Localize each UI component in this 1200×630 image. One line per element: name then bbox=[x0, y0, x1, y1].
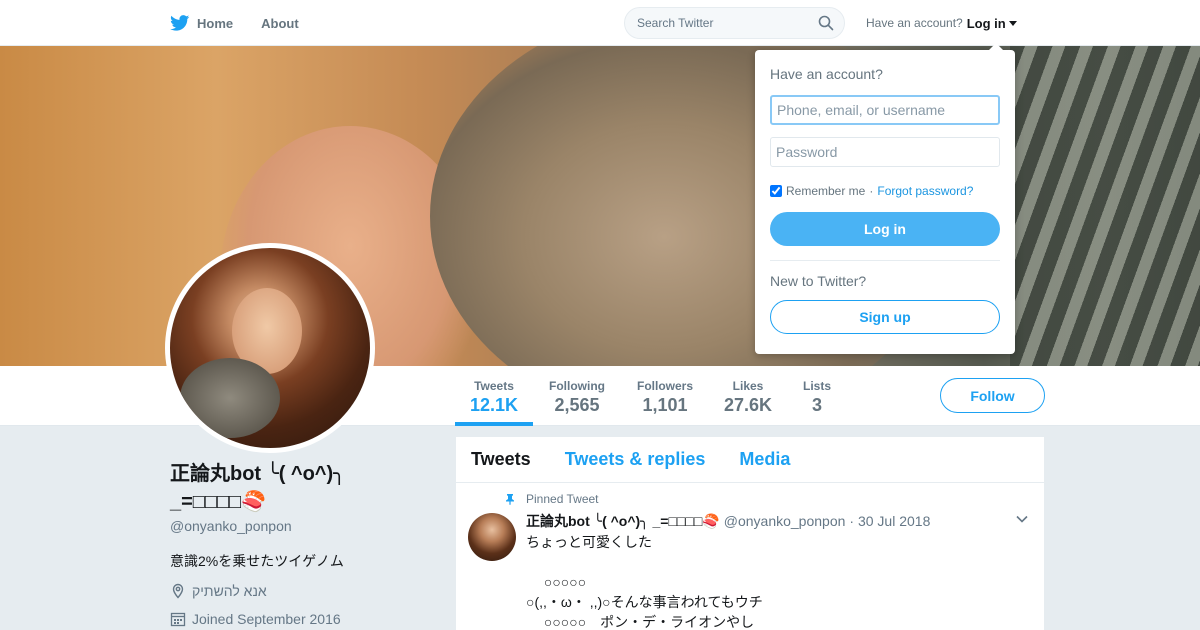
banner-fabric bbox=[1010, 46, 1200, 366]
stat-following[interactable]: Following 2,565 bbox=[545, 366, 609, 426]
tweet-avatar[interactable] bbox=[468, 513, 516, 561]
timeline: Tweets Tweets & replies Media Pinned Twe… bbox=[456, 437, 1044, 630]
about-link[interactable]: About bbox=[261, 16, 299, 31]
stat-label: Following bbox=[549, 379, 605, 393]
stat-value: 27.6K bbox=[723, 395, 773, 415]
stat-label: Lists bbox=[802, 379, 831, 393]
remember-label: Remember me bbox=[786, 184, 866, 198]
tab-tweets[interactable]: Tweets bbox=[471, 449, 531, 470]
stat-tweets[interactable]: Tweets 12.1K bbox=[455, 366, 533, 426]
account-prompt: Have an account? bbox=[866, 16, 963, 30]
login-button[interactable]: Log in bbox=[770, 212, 1000, 246]
profile-joined: Joined September 2016 bbox=[170, 611, 341, 627]
top-nav: Home About Have an account? Log in bbox=[0, 0, 1200, 46]
stat-value: 2,565 bbox=[554, 395, 600, 415]
stat-likes[interactable]: Likes 27.6K bbox=[720, 366, 776, 426]
username-field[interactable] bbox=[770, 95, 1000, 125]
nav-left: Home About bbox=[170, 0, 327, 46]
remember-checkbox[interactable] bbox=[770, 185, 782, 197]
calendar-icon bbox=[170, 612, 186, 627]
avatar-cat bbox=[180, 358, 280, 438]
location-text: אנא להשתיק bbox=[192, 583, 267, 599]
search-input[interactable] bbox=[637, 16, 818, 30]
tweet-header: 正論丸bot ╰( ^o^)╮ _=□□□□🍣 @onyanko_ponpon … bbox=[526, 511, 930, 531]
pinned-indicator: Pinned Tweet bbox=[504, 492, 599, 506]
tweet-author-handle[interactable]: @onyanko_ponpon bbox=[724, 513, 846, 529]
avatar-image bbox=[170, 248, 370, 448]
password-field[interactable] bbox=[770, 137, 1000, 167]
follow-button[interactable]: Follow bbox=[940, 378, 1045, 413]
stat-value: 3 bbox=[811, 395, 822, 415]
profile-name[interactable]: 正論丸bot ╰( ^o^)╮ _=□□□□🍣 bbox=[170, 460, 370, 516]
search-box[interactable] bbox=[624, 7, 845, 39]
tab-media[interactable]: Media bbox=[739, 449, 790, 470]
stat-value: 12.1K bbox=[469, 395, 519, 415]
joined-text: Joined September 2016 bbox=[192, 611, 341, 627]
home-label: Home bbox=[197, 15, 234, 31]
signup-button[interactable]: Sign up bbox=[770, 300, 1000, 334]
location-icon bbox=[172, 583, 184, 599]
dropdown-title: Have an account? bbox=[770, 66, 883, 82]
account-menu: Have an account? Log in bbox=[866, 0, 1017, 46]
profile-bio: 意識2%を乗せたツイゲノム bbox=[170, 553, 344, 569]
profile-location: אנא להשתיק bbox=[170, 583, 267, 599]
chevron-down-icon[interactable] bbox=[1016, 515, 1028, 523]
tweet-date[interactable]: · 30 Jul 2018 bbox=[849, 513, 930, 529]
home-link[interactable]: Home bbox=[170, 15, 233, 31]
login-toggle-label: Log in bbox=[966, 15, 1006, 31]
tab-tweets-and-replies[interactable]: Tweets & replies bbox=[565, 449, 706, 470]
remember-row: Remember me · Forgot password? bbox=[770, 184, 973, 198]
search-icon[interactable] bbox=[818, 15, 834, 31]
tweet-text: ちょっと可愛くした ○○○○○ ○(,,・ω・ ,,)○そんな事言われてもウチ … bbox=[526, 534, 763, 630]
twitter-bird-icon bbox=[170, 15, 190, 31]
profile-handle[interactable]: @onyanko_ponpon bbox=[170, 518, 292, 534]
tweet-author-name[interactable]: 正論丸bot ╰( ^o^)╮ _=□□□□🍣 bbox=[526, 511, 720, 531]
divider bbox=[770, 260, 1000, 261]
pin-icon bbox=[506, 494, 514, 505]
pinned-label: Pinned Tweet bbox=[526, 492, 599, 506]
forgot-password-link[interactable]: Forgot password? bbox=[877, 184, 973, 198]
stat-value: 1,101 bbox=[642, 395, 688, 415]
separator: · bbox=[869, 184, 874, 198]
timeline-tabs: Tweets Tweets & replies Media bbox=[456, 437, 1044, 483]
profile-avatar[interactable] bbox=[165, 243, 375, 453]
caret-down-icon bbox=[1008, 20, 1017, 26]
stat-lists[interactable]: Lists 3 bbox=[798, 366, 836, 426]
new-to-twitter-text: New to Twitter? bbox=[770, 273, 867, 289]
login-dropdown: Have an account? Remember me · Forgot pa… bbox=[755, 43, 1015, 354]
stat-label: Followers bbox=[636, 379, 693, 393]
stat-label: Likes bbox=[732, 379, 764, 393]
stat-label: Tweets bbox=[474, 379, 514, 393]
stat-followers[interactable]: Followers 1,101 bbox=[633, 366, 697, 426]
login-toggle[interactable]: Log in bbox=[967, 16, 1017, 31]
